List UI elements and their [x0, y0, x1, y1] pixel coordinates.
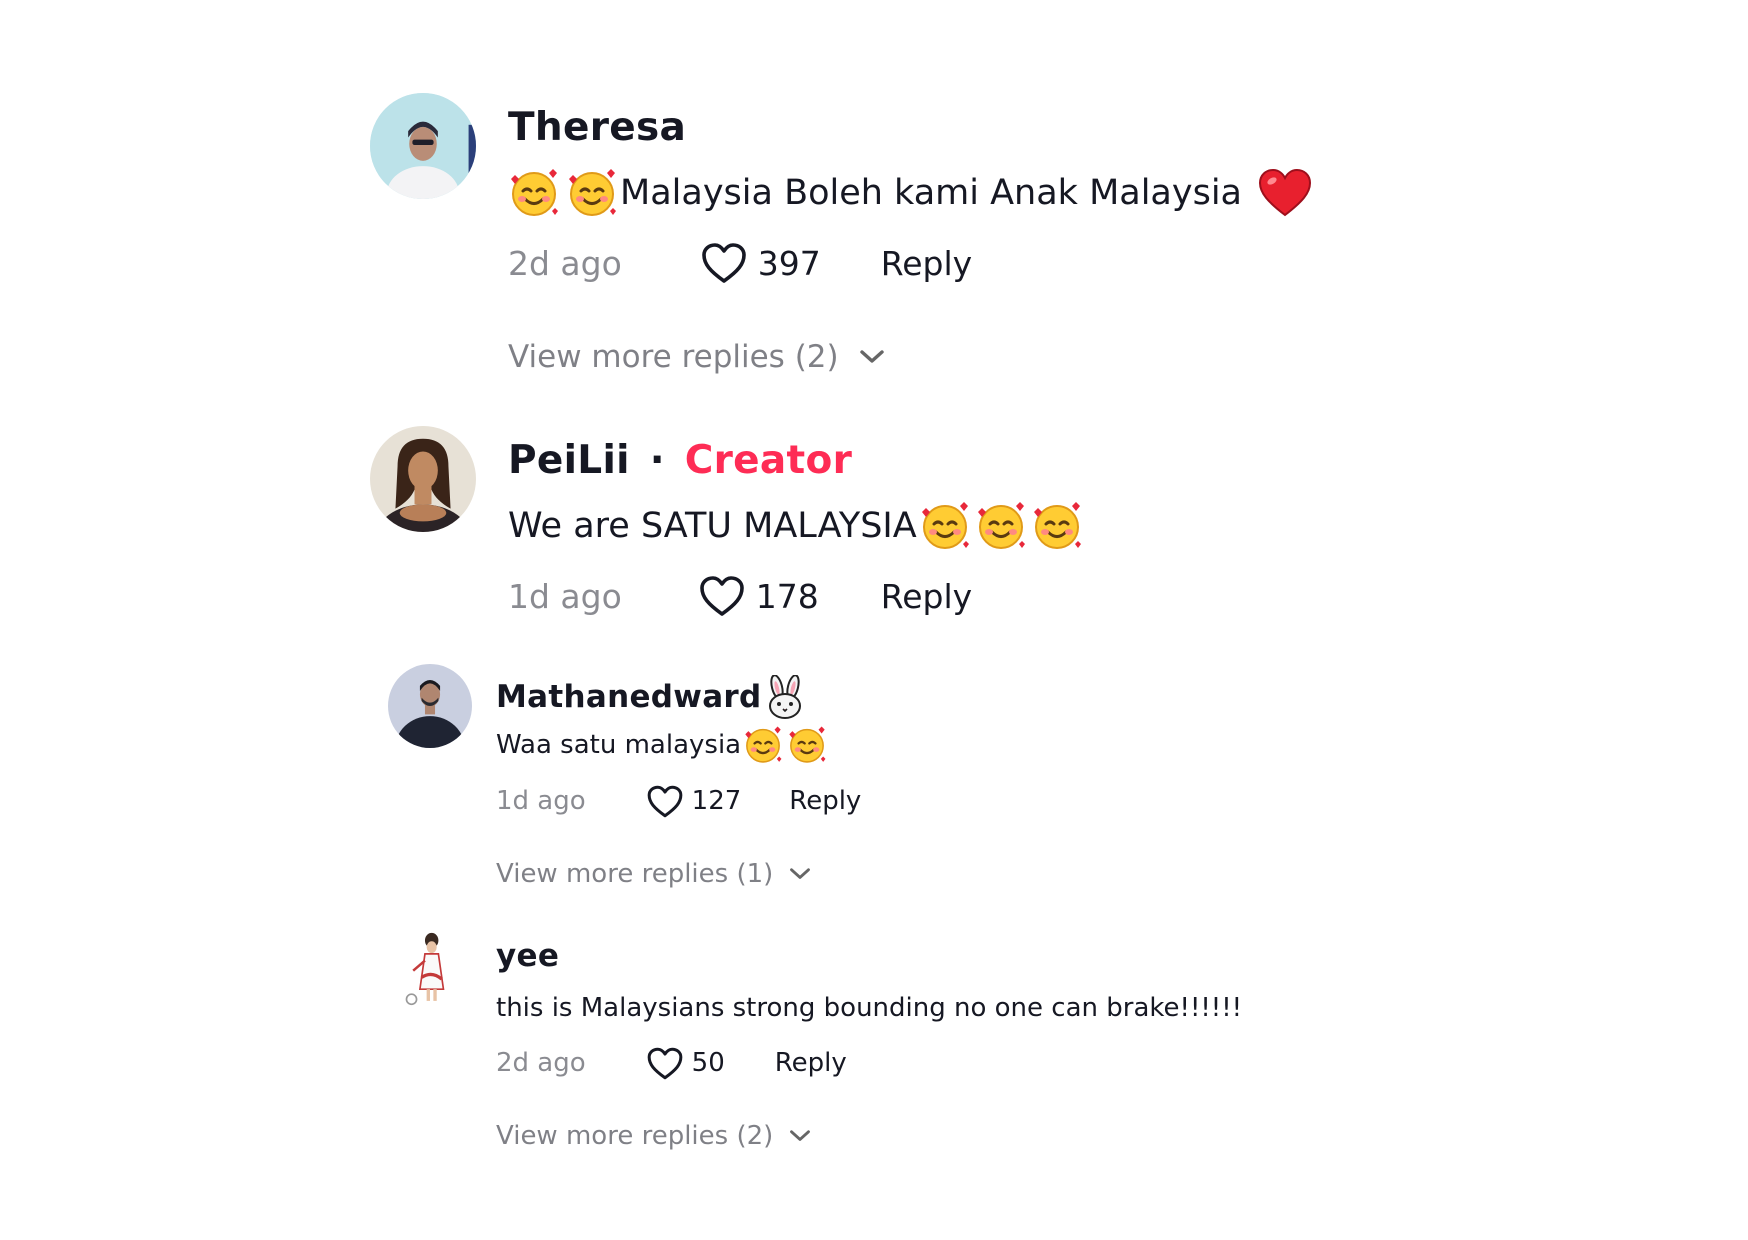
comment-text: Waa satu malaysia [496, 724, 827, 766]
smiling-face-with-hearts-icon [919, 500, 971, 552]
comment-text: We are SATU MALAYSIA [508, 500, 1083, 552]
red-heart-icon [1258, 168, 1312, 218]
avatar[interactable] [388, 927, 472, 1011]
avatar-image [370, 93, 476, 199]
view-more-replies-label: View more replies (2) [496, 1121, 774, 1151]
badge-separator: · [649, 438, 665, 483]
avatar-image [370, 426, 476, 532]
avatar[interactable] [388, 664, 472, 748]
smiling-face-with-hearts-icon [566, 167, 618, 219]
creator-badge: Creator [684, 438, 853, 483]
like-count: 127 [691, 786, 742, 816]
view-more-replies-button[interactable]: View more replies (2) [496, 1118, 811, 1154]
comment-text: this is Malaysians strong bounding no on… [496, 988, 1242, 1028]
username[interactable]: Mathanedward [496, 679, 762, 715]
heart-outline-icon [700, 241, 748, 285]
username[interactable]: PeiLii [508, 438, 630, 483]
smiling-face-with-hearts-icon [508, 167, 560, 219]
avatar-image [388, 664, 472, 748]
reply-button[interactable]: Reply [881, 577, 972, 616]
username-row: Mathanedward [496, 675, 806, 719]
smiling-face-with-hearts-icon [787, 725, 827, 765]
reply-button[interactable]: Reply [775, 1048, 847, 1078]
rabbit-face-icon [764, 675, 806, 719]
username-row: PeiLii · Creator [508, 438, 852, 483]
like-count: 397 [757, 243, 821, 283]
comment-meta: 2d ago 397 Reply [508, 240, 972, 286]
comment-meta: 2d ago 50 Reply [496, 1044, 847, 1082]
reply-button[interactable]: Reply [881, 244, 972, 283]
username[interactable]: Theresa [508, 105, 686, 150]
avatar[interactable] [370, 426, 476, 532]
view-more-replies-button[interactable]: View more replies (1) [496, 856, 811, 892]
avatar[interactable] [370, 93, 476, 199]
view-more-replies-label: View more replies (1) [496, 859, 774, 889]
heart-outline-icon [646, 1046, 684, 1081]
username[interactable]: yee [496, 938, 559, 974]
heart-outline-icon [698, 574, 746, 618]
comment-timestamp: 1d ago [508, 576, 622, 616]
comment-timestamp: 2d ago [496, 1048, 586, 1078]
smiling-face-with-hearts-icon [975, 500, 1027, 552]
view-more-replies-label: View more replies (2) [508, 339, 839, 375]
chevron-down-icon [789, 1129, 811, 1143]
view-more-replies-button[interactable]: View more replies (2) [508, 335, 885, 379]
comment-text-content: Waa satu malaysia [496, 730, 742, 760]
like-count: 178 [755, 576, 819, 616]
like-button[interactable]: 397 [700, 241, 821, 285]
comment-text-content: Malaysia Boleh kami Anak Malaysia [620, 173, 1243, 213]
like-button[interactable]: 178 [698, 574, 819, 618]
comment-meta: 1d ago 178 Reply [508, 573, 972, 619]
comment-text: Malaysia Boleh kami Anak Malaysia [508, 167, 1312, 219]
chevron-down-icon [789, 867, 811, 881]
like-count: 50 [691, 1048, 725, 1078]
avatar-image [388, 927, 472, 1011]
comment-timestamp: 1d ago [496, 786, 586, 816]
comment-text-content: this is Malaysians strong bounding no on… [496, 993, 1243, 1023]
comment-text-content: We are SATU MALAYSIA [508, 506, 917, 546]
comment-meta: 1d ago 127 Reply [496, 782, 861, 820]
smiling-face-with-hearts-icon [1031, 500, 1083, 552]
smiling-face-with-hearts-icon [743, 725, 783, 765]
reply-button[interactable]: Reply [789, 786, 861, 816]
like-button[interactable]: 127 [646, 784, 742, 819]
heart-outline-icon [646, 784, 684, 819]
chevron-down-icon [859, 349, 885, 365]
comment-thread: Theresa Malaysia Boleh kami Anak Malaysi… [0, 0, 1748, 1240]
like-button[interactable]: 50 [646, 1046, 725, 1081]
comment-timestamp: 2d ago [508, 243, 622, 283]
